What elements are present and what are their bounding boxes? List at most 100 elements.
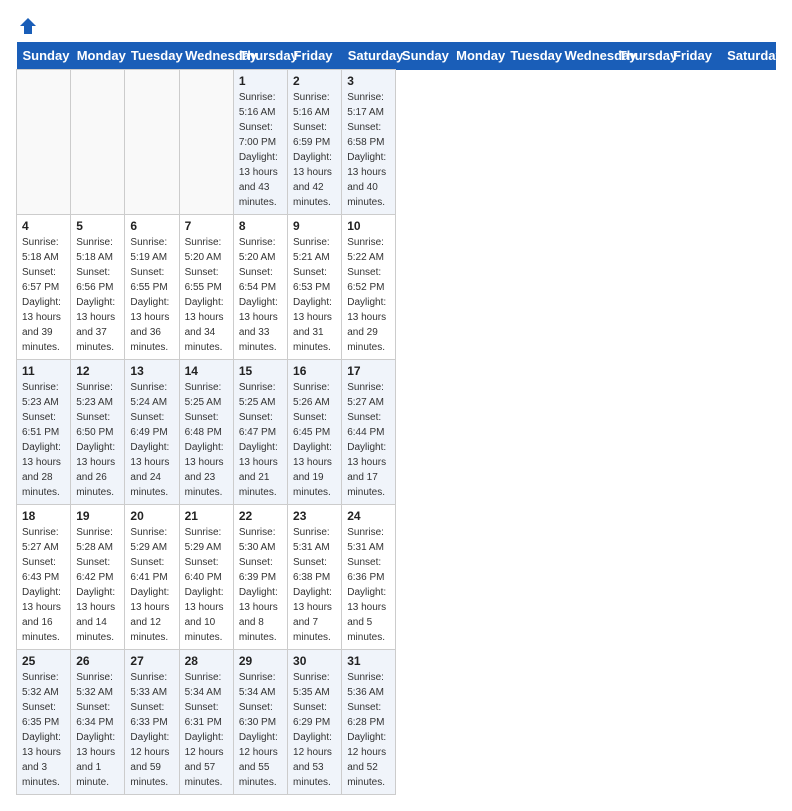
calendar-cell: 11Sunrise: 5:23 AM Sunset: 6:51 PM Dayli…	[17, 360, 71, 505]
calendar-cell	[17, 70, 71, 215]
calendar-cell: 10 Sunrise: 5:22 AM Sunset: 6:52 PM Dayli…	[342, 215, 396, 360]
day-number: 30	[293, 654, 336, 668]
header-day-wednesday: Wednesday	[559, 42, 613, 70]
calendar-cell: 22Sunrise: 5:30 AM Sunset: 6:39 PM Dayli…	[233, 505, 287, 650]
day-number: 17	[347, 364, 390, 378]
calendar-cell: 28 Sunrise: 5:34 AM Sunset: 6:31 PM Dayli…	[179, 650, 233, 795]
day-info: Sunrise: 5:22 AM Sunset: 6:52 PM Dayligh…	[347, 235, 390, 355]
header-day-thursday: Thursday	[613, 42, 667, 70]
day-number: 21	[185, 509, 228, 523]
calendar-week-2: 4Sunrise: 5:18 AM Sunset: 6:57 PM Daylig…	[17, 215, 776, 360]
day-number: 10	[347, 219, 390, 233]
day-info: Sunrise: 5:20 AM Sunset: 6:54 PM Dayligh…	[239, 235, 282, 355]
day-number: 12	[76, 364, 119, 378]
day-info: Sunrise: 5:18 AM Sunset: 6:56 PM Dayligh…	[76, 235, 119, 355]
day-info: Sunrise: 5:23 AM Sunset: 6:50 PM Dayligh…	[76, 380, 119, 500]
calendar-cell: 21 Sunrise: 5:29 AM Sunset: 6:40 PM Dayli…	[179, 505, 233, 650]
calendar-cell	[125, 70, 179, 215]
calendar-cell: 2 Sunrise: 5:16 AM Sunset: 6:59 PM Daylig…	[288, 70, 342, 215]
calendar-header-monday: Monday	[71, 42, 125, 70]
calendar-cell: 24Sunrise: 5:31 AM Sunset: 6:36 PM Dayli…	[342, 505, 396, 650]
day-info: Sunrise: 5:18 AM Sunset: 6:57 PM Dayligh…	[22, 235, 65, 355]
calendar-week-1: 1Sunrise: 5:16 AM Sunset: 7:00 PM Daylig…	[17, 70, 776, 215]
calendar-header-saturday: Saturday	[342, 42, 396, 70]
calendar-cell: 16 Sunrise: 5:26 AM Sunset: 6:45 PM Dayli…	[288, 360, 342, 505]
calendar-cell: 14 Sunrise: 5:25 AM Sunset: 6:48 PM Dayli…	[179, 360, 233, 505]
header-day-tuesday: Tuesday	[504, 42, 558, 70]
calendar-cell: 13Sunrise: 5:24 AM Sunset: 6:49 PM Dayli…	[125, 360, 179, 505]
day-info: Sunrise: 5:16 AM Sunset: 6:59 PM Dayligh…	[293, 90, 336, 210]
calendar-cell: 30 Sunrise: 5:35 AM Sunset: 6:29 PM Dayli…	[288, 650, 342, 795]
day-info: Sunrise: 5:35 AM Sunset: 6:29 PM Dayligh…	[293, 670, 336, 790]
day-number: 2	[293, 74, 336, 88]
day-info: Sunrise: 5:20 AM Sunset: 6:55 PM Dayligh…	[185, 235, 228, 355]
calendar-cell: 18Sunrise: 5:27 AM Sunset: 6:43 PM Dayli…	[17, 505, 71, 650]
day-info: Sunrise: 5:25 AM Sunset: 6:48 PM Dayligh…	[185, 380, 228, 500]
calendar-cell	[71, 70, 125, 215]
calendar-cell: 9 Sunrise: 5:21 AM Sunset: 6:53 PM Daylig…	[288, 215, 342, 360]
day-number: 31	[347, 654, 390, 668]
header-day-sunday: Sunday	[396, 42, 450, 70]
day-info: Sunrise: 5:26 AM Sunset: 6:45 PM Dayligh…	[293, 380, 336, 500]
day-info: Sunrise: 5:23 AM Sunset: 6:51 PM Dayligh…	[22, 380, 65, 500]
calendar-cell: 4Sunrise: 5:18 AM Sunset: 6:57 PM Daylig…	[17, 215, 71, 360]
day-number: 8	[239, 219, 282, 233]
day-number: 23	[293, 509, 336, 523]
calendar-cell: 27 Sunrise: 5:33 AM Sunset: 6:33 PM Dayli…	[125, 650, 179, 795]
day-number: 1	[239, 74, 282, 88]
day-info: Sunrise: 5:32 AM Sunset: 6:35 PM Dayligh…	[22, 670, 65, 790]
calendar-cell: 20Sunrise: 5:29 AM Sunset: 6:41 PM Dayli…	[125, 505, 179, 650]
logo-icon	[18, 16, 38, 36]
calendar-cell: 23 Sunrise: 5:31 AM Sunset: 6:38 PM Dayli…	[288, 505, 342, 650]
day-number: 19	[76, 509, 119, 523]
day-info: Sunrise: 5:36 AM Sunset: 6:28 PM Dayligh…	[347, 670, 390, 790]
day-info: Sunrise: 5:29 AM Sunset: 6:40 PM Dayligh…	[185, 525, 228, 645]
day-number: 29	[239, 654, 282, 668]
day-info: Sunrise: 5:33 AM Sunset: 6:33 PM Dayligh…	[130, 670, 173, 790]
day-info: Sunrise: 5:27 AM Sunset: 6:43 PM Dayligh…	[22, 525, 65, 645]
day-info: Sunrise: 5:34 AM Sunset: 6:30 PM Dayligh…	[239, 670, 282, 790]
calendar-cell: 17 Sunrise: 5:27 AM Sunset: 6:44 PM Dayli…	[342, 360, 396, 505]
calendar-header-tuesday: Tuesday	[125, 42, 179, 70]
calendar-cell: 7 Sunrise: 5:20 AM Sunset: 6:55 PM Daylig…	[179, 215, 233, 360]
calendar-cell: 25 Sunrise: 5:32 AM Sunset: 6:35 PM Dayli…	[17, 650, 71, 795]
calendar-cell: 6Sunrise: 5:19 AM Sunset: 6:55 PM Daylig…	[125, 215, 179, 360]
calendar-cell: 12 Sunrise: 5:23 AM Sunset: 6:50 PM Dayli…	[71, 360, 125, 505]
day-number: 25	[22, 654, 65, 668]
calendar-cell: 29 Sunrise: 5:34 AM Sunset: 6:30 PM Dayli…	[233, 650, 287, 795]
day-number: 5	[76, 219, 119, 233]
calendar-header-sunday: Sunday	[17, 42, 71, 70]
calendar-cell: 26Sunrise: 5:32 AM Sunset: 6:34 PM Dayli…	[71, 650, 125, 795]
logo	[16, 16, 38, 32]
day-info: Sunrise: 5:17 AM Sunset: 6:58 PM Dayligh…	[347, 90, 390, 210]
day-number: 22	[239, 509, 282, 523]
day-info: Sunrise: 5:28 AM Sunset: 6:42 PM Dayligh…	[76, 525, 119, 645]
day-info: Sunrise: 5:34 AM Sunset: 6:31 PM Dayligh…	[185, 670, 228, 790]
day-number: 15	[239, 364, 282, 378]
day-number: 27	[130, 654, 173, 668]
header-day-monday: Monday	[450, 42, 504, 70]
day-number: 9	[293, 219, 336, 233]
day-number: 3	[347, 74, 390, 88]
day-info: Sunrise: 5:32 AM Sunset: 6:34 PM Dayligh…	[76, 670, 119, 790]
day-number: 28	[185, 654, 228, 668]
calendar-cell: 19 Sunrise: 5:28 AM Sunset: 6:42 PM Dayli…	[71, 505, 125, 650]
day-info: Sunrise: 5:21 AM Sunset: 6:53 PM Dayligh…	[293, 235, 336, 355]
day-info: Sunrise: 5:27 AM Sunset: 6:44 PM Dayligh…	[347, 380, 390, 500]
calendar-cell: 8 Sunrise: 5:20 AM Sunset: 6:54 PM Daylig…	[233, 215, 287, 360]
day-info: Sunrise: 5:31 AM Sunset: 6:36 PM Dayligh…	[347, 525, 390, 645]
calendar-cell: 3 Sunrise: 5:17 AM Sunset: 6:58 PM Daylig…	[342, 70, 396, 215]
calendar-header-row: SundayMondayTuesdayWednesdayThursdayFrid…	[17, 42, 776, 70]
header-day-saturday: Saturday	[721, 42, 775, 70]
day-number: 14	[185, 364, 228, 378]
day-number: 16	[293, 364, 336, 378]
calendar-cell: 15 Sunrise: 5:25 AM Sunset: 6:47 PM Dayli…	[233, 360, 287, 505]
day-info: Sunrise: 5:31 AM Sunset: 6:38 PM Dayligh…	[293, 525, 336, 645]
header	[16, 16, 776, 32]
day-number: 7	[185, 219, 228, 233]
day-number: 13	[130, 364, 173, 378]
day-info: Sunrise: 5:25 AM Sunset: 6:47 PM Dayligh…	[239, 380, 282, 500]
calendar-cell: 31 Sunrise: 5:36 AM Sunset: 6:28 PM Dayli…	[342, 650, 396, 795]
calendar-cell: 1Sunrise: 5:16 AM Sunset: 7:00 PM Daylig…	[233, 70, 287, 215]
calendar-week-3: 11Sunrise: 5:23 AM Sunset: 6:51 PM Dayli…	[17, 360, 776, 505]
